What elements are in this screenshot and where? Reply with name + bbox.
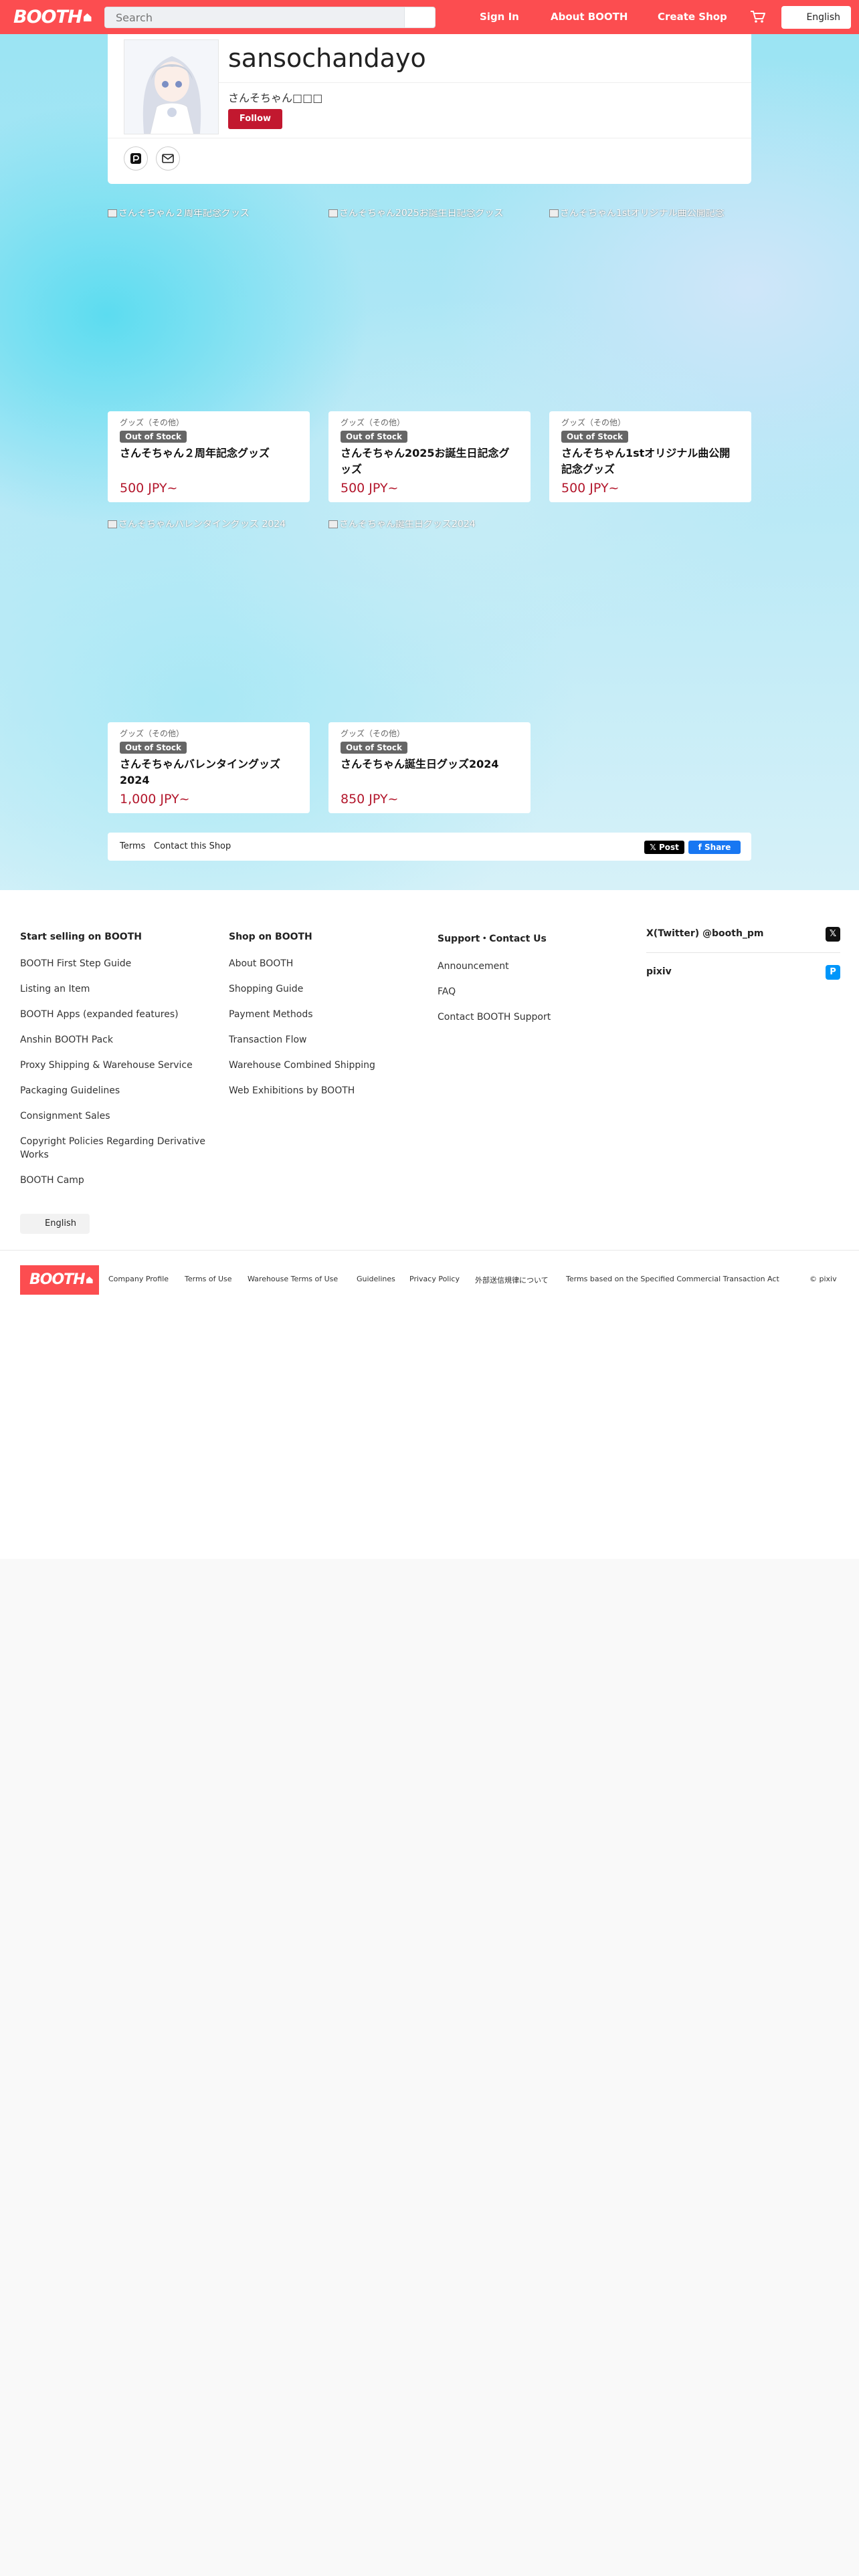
shop-terms-link[interactable]: Terms [120, 833, 145, 861]
x-post-button[interactable]: 𝕏 Post [644, 841, 684, 854]
twitter-link[interactable]: X(Twitter) @booth_pm 𝕏 [646, 927, 840, 944]
footer-link[interactable]: Web Exhibitions by BOOTH [229, 1084, 430, 1097]
footer-heading: Shop on BOOTH [229, 932, 312, 942]
footer-link[interactable]: About BOOTH [229, 957, 430, 970]
footer-heading: Start selling on BOOTH [20, 932, 142, 942]
cart-icon[interactable] [749, 9, 767, 24]
product-name[interactable]: さんそちゃんバレンタイングッズ 2024 [120, 756, 298, 788]
footer-booth-logo[interactable]: BOOTH [20, 1265, 99, 1295]
out-of-stock-badge: Out of Stock [120, 431, 187, 443]
product-price: 500 JPY~ [561, 481, 619, 496]
footer-link[interactable]: BOOTH Apps (expanded features) [20, 1008, 221, 1021]
x-icon: 𝕏 [826, 927, 840, 942]
product-image[interactable]: さんそちゃん2025お誕生日記念グッズ [328, 209, 531, 411]
legal-link[interactable]: Privacy Policy [409, 1275, 460, 1283]
footer-link[interactable]: Proxy Shipping & Warehouse Service [20, 1059, 221, 1072]
broken-image-icon [108, 520, 117, 528]
footer-heading: Support・Contact Us [438, 934, 547, 944]
footer-link[interactable]: Packaging Guidelines [20, 1084, 221, 1097]
footer-link[interactable]: Copyright Policies Regarding Derivative … [20, 1135, 221, 1162]
pixiv-label[interactable]: pixiv [646, 966, 672, 977]
footer-link[interactable]: Warehouse Combined Shipping [229, 1059, 430, 1072]
pixiv-link-button[interactable] [124, 146, 148, 171]
product-price: 500 JPY~ [341, 481, 399, 496]
product-price: 1,000 JPY~ [120, 792, 190, 807]
footer-link[interactable]: Anshin BOOTH Pack [20, 1033, 221, 1047]
footer-link[interactable]: Announcement [438, 960, 638, 973]
footer-link[interactable]: BOOTH Camp [20, 1174, 221, 1187]
broken-image-icon [108, 209, 117, 217]
product-name[interactable]: さんそちゃん1stオリジナル曲公開記念グッズ [561, 445, 739, 477]
footer-link[interactable]: Payment Methods [229, 1008, 430, 1021]
footer-col-selling: Start selling on BOOTH BOOTH First Step … [20, 932, 221, 1199]
pixiv-link[interactable]: pixiv P [646, 965, 840, 982]
message-button[interactable] [156, 146, 180, 171]
product-image[interactable]: さんそちゃん誕生日グッズ2024 [328, 520, 531, 722]
shop-subtitle: さんそちゃん□□□ [228, 92, 323, 104]
legal-link[interactable]: 外部送信規律について [475, 1275, 549, 1285]
shop-avatar [124, 39, 219, 134]
footer-link[interactable]: Listing an Item [20, 982, 221, 996]
legal-link[interactable]: Terms based on the Specified Commercial … [566, 1275, 779, 1283]
language-selector[interactable]: English [781, 6, 851, 29]
sign-in-link[interactable]: Sign In [480, 0, 519, 34]
divider [219, 82, 751, 83]
product-image[interactable]: さんそちゃん２周年記念グッズ [108, 209, 310, 411]
broken-image-icon [328, 520, 338, 528]
mail-icon [162, 154, 174, 163]
shop-name: sansochandayo [228, 43, 426, 73]
out-of-stock-badge: Out of Stock [341, 742, 408, 754]
footer-link[interactable]: Transaction Flow [229, 1033, 430, 1047]
product-image[interactable]: さんそちゃんバレンタイングッズ 2024 [108, 520, 310, 722]
footer-col-shop: Shop on BOOTH About BOOTH Shopping Guide… [229, 932, 430, 1109]
shop-footer-bar: Terms Contact this Shop 𝕏 Post f Share [108, 833, 751, 861]
out-of-stock-badge: Out of Stock [561, 431, 629, 443]
product-category[interactable]: グッズ（その他） [341, 728, 518, 739]
broken-image-icon [328, 209, 338, 217]
product-price: 850 JPY~ [341, 792, 399, 807]
product-category[interactable]: グッズ（その他） [120, 728, 298, 739]
product-name[interactable]: さんそちゃん誕生日グッズ2024 [341, 756, 518, 772]
follow-button[interactable]: Follow [228, 109, 282, 129]
about-booth-link[interactable]: About BOOTH [551, 0, 628, 34]
footer-col-support: Support・Contact Us Announcement FAQ Cont… [438, 932, 638, 1036]
contact-shop-link[interactable]: Contact this Shop [154, 833, 231, 861]
facebook-share-button[interactable]: f Share [688, 841, 741, 854]
copyright: © pixiv [809, 1275, 837, 1283]
pixiv-icon: P [826, 965, 840, 980]
footer-link[interactable]: Contact BOOTH Support [438, 1010, 638, 1024]
product-category[interactable]: グッズ（その他） [561, 417, 739, 428]
footer-link[interactable]: Consignment Sales [20, 1109, 221, 1123]
footer-link[interactable]: FAQ [438, 985, 638, 998]
divider [0, 1250, 859, 1251]
legal-link[interactable]: Terms of Use [185, 1275, 232, 1283]
footer-link[interactable]: BOOTH First Step Guide [20, 957, 221, 970]
out-of-stock-badge: Out of Stock [120, 742, 187, 754]
product-price: 500 JPY~ [120, 481, 178, 496]
twitter-label[interactable]: X(Twitter) @booth_pm [646, 928, 764, 939]
divider [646, 952, 840, 953]
product-name[interactable]: さんそちゃん2025お誕生日記念グッズ [341, 445, 518, 477]
create-shop-link[interactable]: Create Shop [658, 0, 727, 34]
legal-link[interactable]: Company Profile [108, 1275, 169, 1283]
out-of-stock-badge: Out of Stock [341, 431, 408, 443]
footer-language-selector[interactable]: English [20, 1214, 90, 1234]
product-image[interactable]: さんそちゃん1stオリジナル曲公開記念 [549, 209, 751, 411]
footer-link[interactable]: Shopping Guide [229, 982, 430, 996]
pixiv-icon [130, 153, 141, 164]
broken-image-icon [549, 209, 559, 217]
product-category[interactable]: グッズ（その他） [120, 417, 298, 428]
product-category[interactable]: グッズ（その他） [341, 417, 518, 428]
home-icon [86, 1277, 93, 1283]
shop-profile-card: sansochandayo さんそちゃん□□□ Follow [108, 34, 751, 184]
legal-link[interactable]: Guidelines [357, 1275, 395, 1283]
legal-link[interactable]: Warehouse Terms of Use [248, 1275, 338, 1283]
product-name[interactable]: さんそちゃん２周年記念グッズ [120, 445, 298, 461]
